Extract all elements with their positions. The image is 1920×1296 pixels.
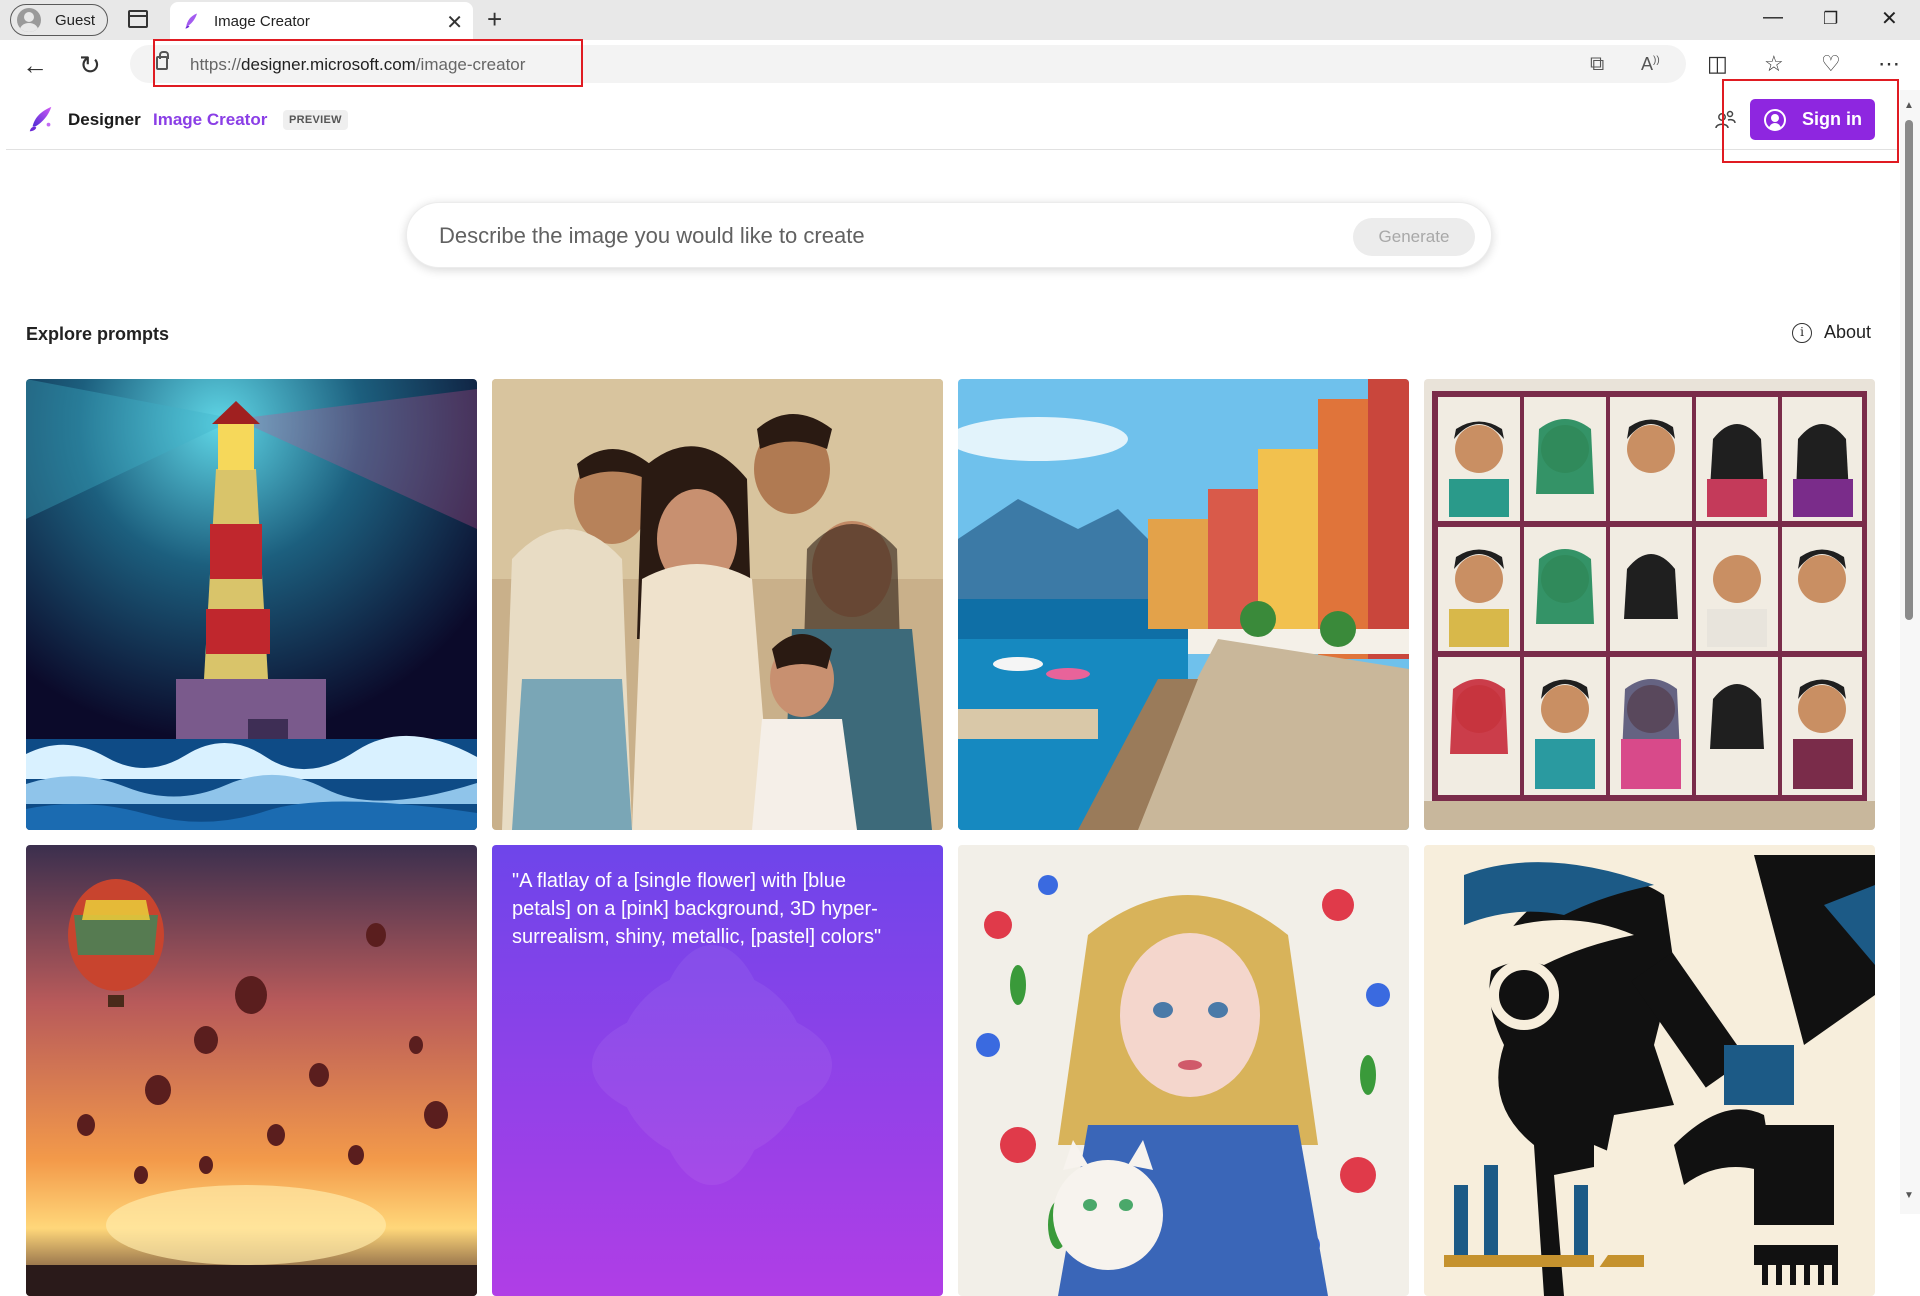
prompt-card-text[interactable]: "A flatlay of a [single flower] with [bl… [492,845,943,1296]
tab-actions-icon[interactable] [128,10,148,28]
prompt-bar: Generate [406,202,1492,268]
minimize-icon[interactable]: — [1763,6,1783,29]
lakeside-village-image [958,379,1409,830]
designer-favicon-icon [185,13,197,29]
designer-logo-icon[interactable] [26,104,56,134]
tab-title: Image Creator [214,12,310,30]
generate-button[interactable]: Generate [1353,218,1475,256]
prompt-card-family[interactable] [492,379,943,830]
cross-stitch-portraits-image [1424,379,1875,830]
app-available-icon[interactable]: ⧉ [1590,53,1604,76]
preview-badge: PREVIEW [283,110,348,130]
more-menu-icon[interactable]: ⋯ [1878,51,1900,77]
browser-essentials-icon[interactable]: ♡ [1821,51,1841,77]
prompt-card-scientist[interactable] [1424,845,1875,1296]
scientist-microscope-image [1424,845,1875,1296]
scroll-up-icon[interactable]: ▲ [1904,100,1914,111]
brand-name[interactable]: Designer [68,110,141,130]
favorites-icon[interactable]: ☆ [1764,51,1784,77]
prompt-card-lighthouse[interactable] [26,379,477,830]
family-portrait-image [492,379,943,830]
explore-prompts-heading: Explore prompts [26,324,170,344]
browser-tab-strip: Guest Image Creator ✕ + — ❐ ✕ [0,0,1920,40]
prompt-card-cross-stitch[interactable] [1424,379,1875,830]
new-tab-icon[interactable]: + [487,4,502,35]
guest-label: Guest [55,11,96,29]
read-aloud-icon[interactable]: A)) [1641,54,1660,75]
app-header: Designer Image Creator PREVIEW Sign in [6,90,1898,150]
split-screen-icon[interactable]: ◫ [1707,51,1728,77]
prompt-input[interactable] [439,221,1319,251]
scroll-thumb[interactable] [1905,120,1913,620]
signin-highlight-box [1722,79,1899,163]
page-scrollbar[interactable]: ▲ ▼ [1900,90,1920,1214]
product-name[interactable]: Image Creator [153,110,267,130]
lighthouse-image [26,379,477,830]
guest-avatar-icon [17,8,41,32]
refresh-icon[interactable]: ↻ [79,50,101,81]
about-link[interactable]: i About [1792,322,1871,343]
prompt-card-embroidery[interactable] [958,845,1409,1296]
embroidered-girl-image [958,845,1409,1296]
scroll-down-icon[interactable]: ▼ [1904,1190,1914,1201]
back-arrow-icon[interactable]: ← [22,50,48,81]
prompt-card-text-label: "A flatlay of a [single flower] with [bl… [512,870,882,948]
prompt-card-balloons[interactable] [26,845,477,1296]
about-label: About [1824,322,1872,342]
window-close-icon[interactable]: ✕ [1881,6,1898,31]
prompt-card-lakeside[interactable] [958,379,1409,830]
url-highlight-box [153,39,583,87]
tab-close-icon[interactable]: ✕ [446,10,463,35]
restore-icon[interactable]: ❐ [1823,9,1838,29]
browser-tab[interactable]: Image Creator ✕ [170,2,473,40]
guest-profile-button[interactable]: Guest [10,4,108,36]
hot-air-balloons-image [26,845,477,1296]
info-icon: i [1792,322,1812,343]
